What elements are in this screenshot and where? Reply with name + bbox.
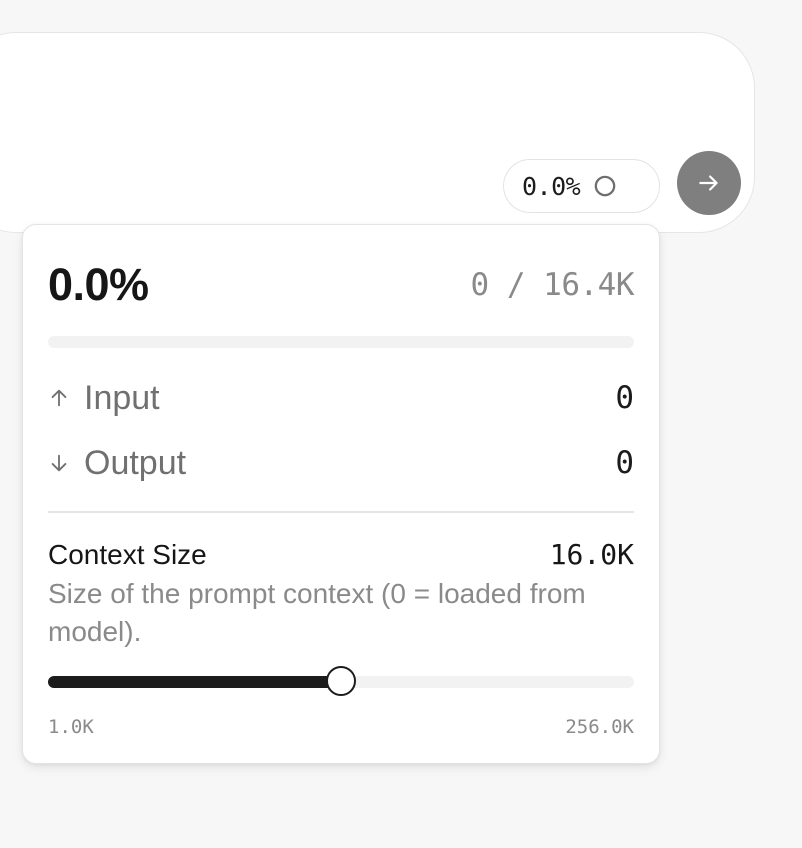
input-tokens-row: Input 0 — [48, 378, 634, 418]
output-label: Output — [84, 443, 187, 482]
context-size-description: Size of the prompt context (0 = loaded f… — [48, 578, 586, 647]
context-size-slider[interactable] — [48, 666, 634, 696]
output-token-value: 0 — [615, 445, 634, 481]
usage-percent-label: 0.0% — [522, 171, 581, 201]
slider-thumb[interactable] — [326, 666, 356, 696]
context-usage-popover: 0.0% 0 / 16.4K Input 0 Output 0 Context … — [22, 224, 660, 764]
input-token-value: 0 — [615, 380, 634, 416]
token-count: 0 / 16.4K — [470, 267, 635, 303]
context-size-value: 16.0K — [549, 538, 634, 571]
arrow-down-icon — [48, 452, 70, 474]
ring-icon — [594, 175, 616, 197]
slider-range-labels: 1.0K 256.0K — [48, 716, 634, 738]
divider — [48, 511, 634, 513]
context-size-title: Context Size — [48, 538, 207, 570]
context-size-header: Context Size 16.0K — [48, 538, 634, 571]
arrow-right-icon — [699, 175, 718, 191]
arrow-up-icon — [48, 387, 70, 409]
usage-header: 0.0% 0 / 16.4K — [48, 259, 635, 311]
output-tokens-row: Output 0 — [48, 443, 634, 483]
usage-progress-bar — [48, 336, 634, 348]
send-button[interactable] — [677, 151, 741, 215]
context-usage-button[interactable]: 0.0% — [503, 159, 660, 213]
usage-percent: 0.0% — [48, 259, 149, 310]
slider-max-label: 256.0K — [565, 716, 634, 738]
page: 0.0% 0.0% 0 / 16.4K Input 0 Output 0 Con… — [0, 0, 802, 848]
input-label: Input — [84, 378, 160, 417]
slider-fill — [48, 676, 341, 688]
slider-min-label: 1.0K — [48, 716, 94, 738]
